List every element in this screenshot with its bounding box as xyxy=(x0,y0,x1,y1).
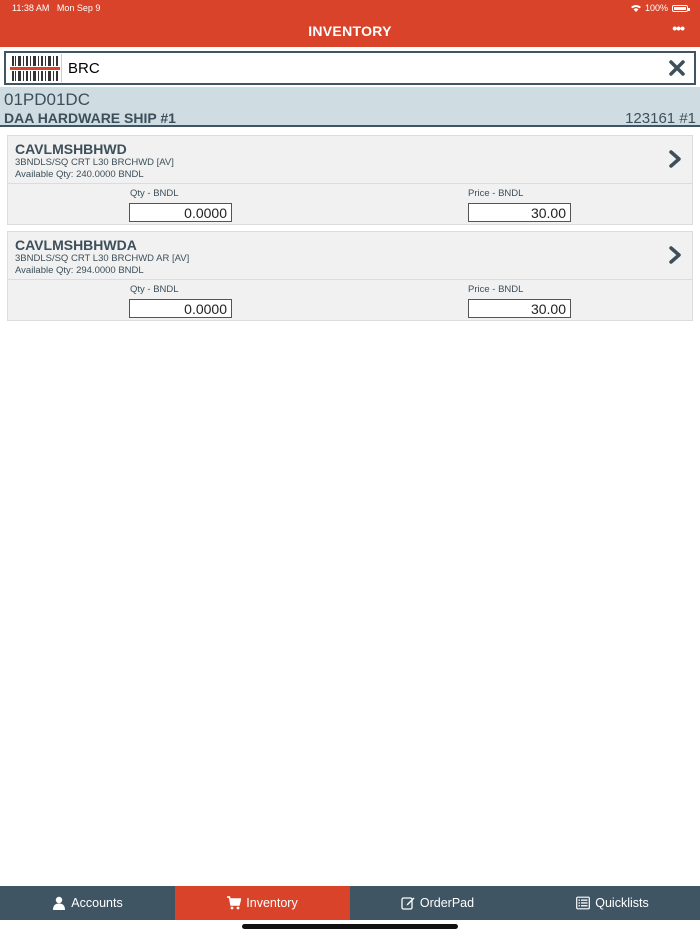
page-title: INVENTORY xyxy=(308,23,392,39)
tab-inventory-label: Inventory xyxy=(246,896,298,910)
edit-icon xyxy=(401,897,415,910)
inventory-item[interactable]: CAVLMSHBHWD 3BNDLS/SQ CRT L30 BRCHWD [AV… xyxy=(7,135,693,225)
more-options-button[interactable]: ••• xyxy=(672,20,685,36)
tab-quicklists[interactable]: Quicklists xyxy=(525,886,700,920)
chevron-right-icon[interactable] xyxy=(668,149,682,169)
tab-accounts-label: Accounts xyxy=(71,896,123,910)
clear-search-icon[interactable] xyxy=(668,59,686,77)
status-right: 100% xyxy=(630,3,690,13)
status-date-value: Mon Sep 9 xyxy=(56,3,101,13)
item-code: CAVLMSHBHWD xyxy=(15,141,127,157)
status-time: 11:38 AM Mon Sep 9 xyxy=(12,3,100,13)
tab-quicklists-label: Quicklists xyxy=(595,896,649,910)
chevron-right-icon[interactable] xyxy=(668,245,682,265)
battery-icon xyxy=(672,4,690,12)
qty-label: Qty - BNDL xyxy=(130,284,179,295)
tab-orderpad-label: OrderPad xyxy=(419,896,475,910)
item-code: CAVLMSHBHWDA xyxy=(15,237,137,253)
item-description: 3BNDLS/SQ CRT L30 BRCHWD AR [AV] xyxy=(15,253,190,264)
item-available-qty: Available Qty: 240.0000 BNDL xyxy=(15,169,144,180)
cart-icon xyxy=(227,896,242,910)
battery-percent: 100% xyxy=(644,3,668,13)
tab-inventory[interactable]: Inventory xyxy=(175,886,350,920)
status-time-value: 11:38 AM xyxy=(12,3,50,13)
customer-number: 123161 #1 xyxy=(625,110,696,127)
price-label: Price - BNDL xyxy=(468,188,524,199)
item-divider xyxy=(8,183,692,184)
barcode-scan-icon[interactable] xyxy=(8,54,62,82)
item-description: 3BNDLS/SQ CRT L30 BRCHWD [AV] xyxy=(15,157,174,168)
customer-header: 01PD01DC DAA HARDWARE SHIP #1 123161 #1 xyxy=(0,87,700,127)
price-input[interactable] xyxy=(468,299,571,318)
qty-input[interactable] xyxy=(129,203,232,222)
qty-label: Qty - BNDL xyxy=(130,188,179,199)
list-icon xyxy=(576,896,591,910)
tab-accounts[interactable]: Accounts xyxy=(0,886,175,920)
item-divider xyxy=(8,279,692,280)
inventory-item[interactable]: CAVLMSHBHWDA 3BNDLS/SQ CRT L30 BRCHWD AR… xyxy=(7,231,693,321)
tab-orderpad[interactable]: OrderPad xyxy=(350,886,525,920)
home-indicator xyxy=(242,924,458,929)
search-input[interactable] xyxy=(68,53,658,83)
wifi-icon xyxy=(630,5,641,12)
item-available-qty: Available Qty: 294.0000 BNDL xyxy=(15,265,144,276)
customer-code: 01PD01DC xyxy=(4,90,90,109)
bottom-tab-bar: Accounts Inventory OrderPad Quicklists xyxy=(0,886,700,920)
price-input[interactable] xyxy=(468,203,571,222)
user-icon xyxy=(53,896,66,910)
qty-input[interactable] xyxy=(129,299,232,318)
customer-name: DAA HARDWARE SHIP #1 xyxy=(4,110,176,126)
top-bar: 11:38 AM Mon Sep 9 100% INVENTORY ••• xyxy=(0,0,700,47)
search-bar xyxy=(4,51,696,85)
price-label: Price - BNDL xyxy=(468,284,524,295)
